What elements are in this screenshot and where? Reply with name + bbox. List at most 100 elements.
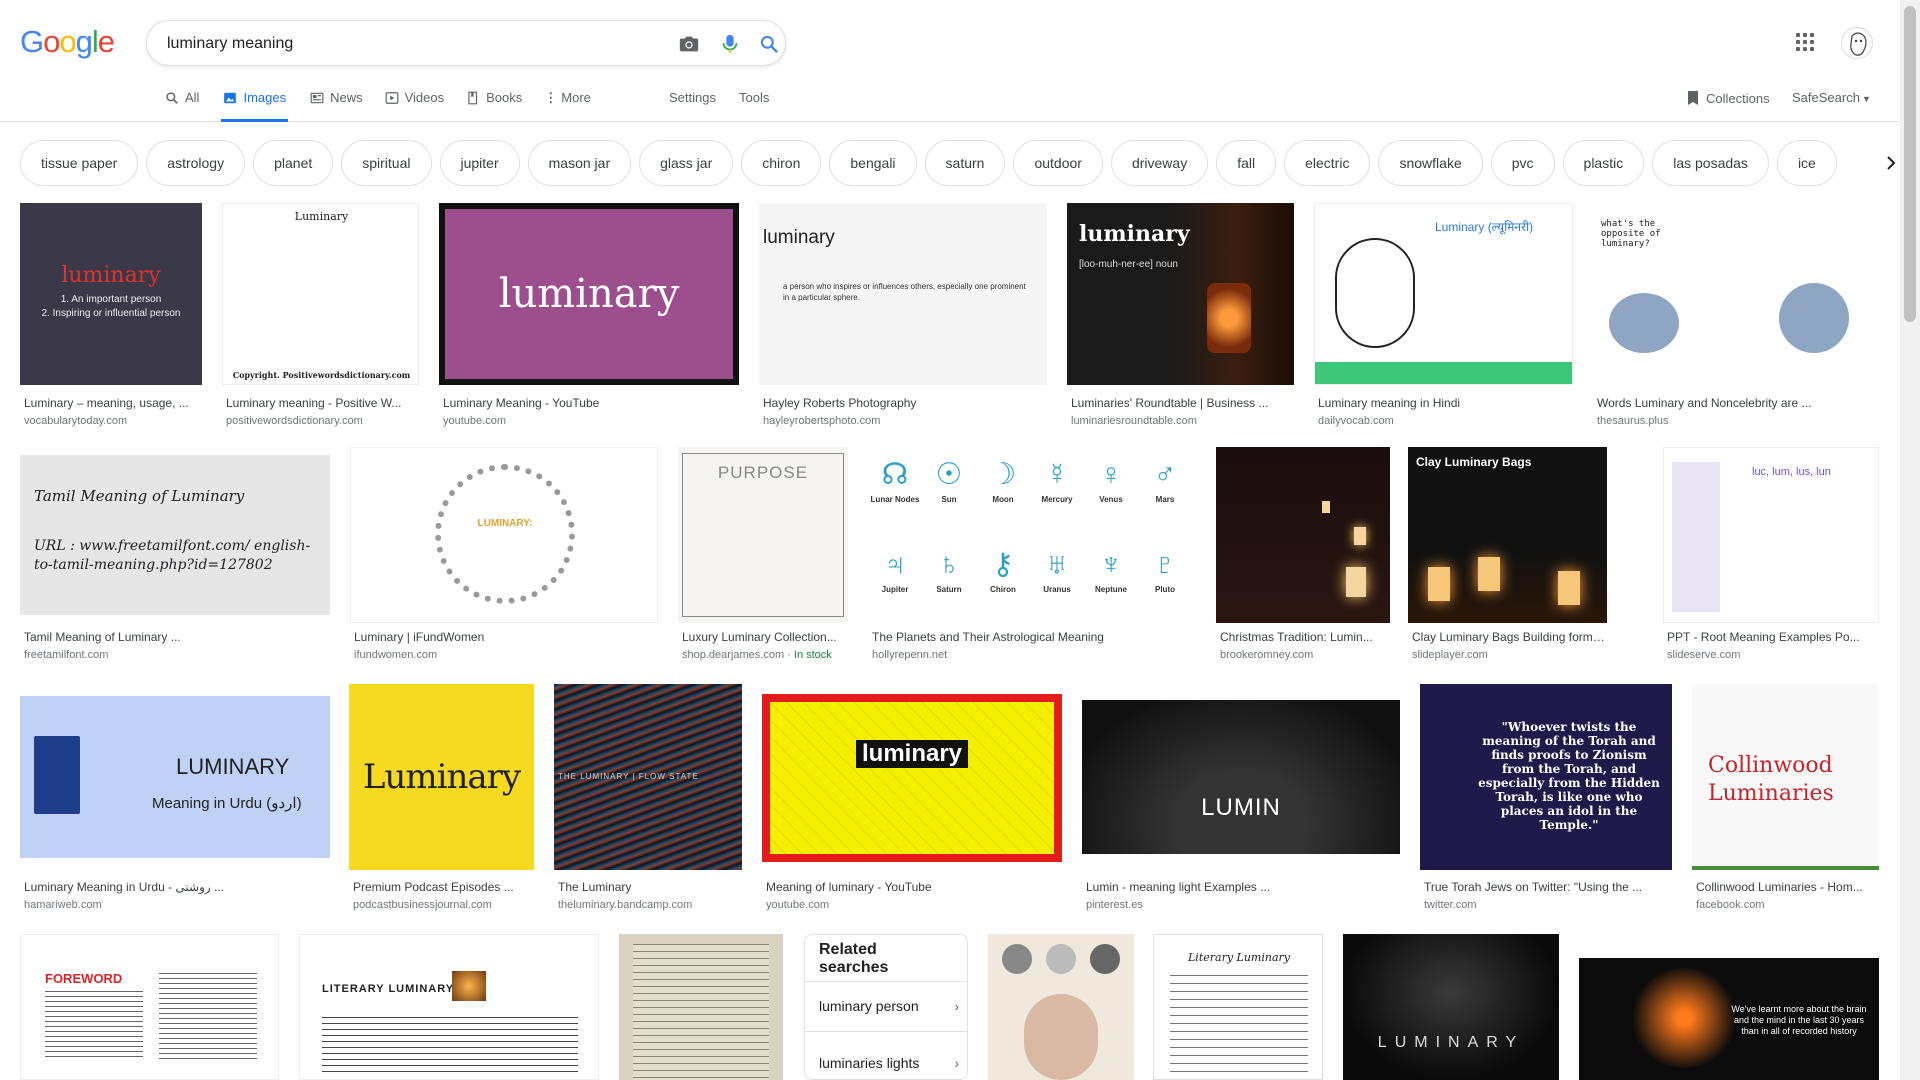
tab-images[interactable]: Images (221, 88, 289, 122)
image-result[interactable]: Clay Luminary Bags Clay Luminary Bags Bu… (1408, 447, 1607, 667)
page-scrollbar[interactable] (1900, 0, 1920, 1080)
image-result[interactable]: LUMINARY (1343, 934, 1559, 1080)
tab-videos[interactable]: Videos (385, 88, 444, 122)
result-title[interactable]: Luminary meaning in Hindi (1318, 396, 1573, 410)
result-source: vocabularytoday.com (24, 415, 128, 427)
result-title[interactable]: Luminary meaning - Positive W... (226, 396, 419, 410)
chip[interactable]: jupiter (439, 140, 520, 186)
planet-symbol: ☉ Sun (935, 458, 963, 504)
collections-link[interactable]: Collections (1686, 90, 1770, 106)
search-icon[interactable] (757, 32, 781, 56)
image-result[interactable] (988, 934, 1134, 1080)
result-title[interactable]: The Planets and Their Astrological Meani… (872, 630, 1196, 644)
avatar[interactable] (1841, 27, 1873, 59)
result-title[interactable]: Tamil Meaning of Luminary ... (24, 630, 330, 644)
image-result[interactable]: "Whoever twists the meaning of the Torah… (1420, 684, 1672, 914)
chip[interactable]: pvc (1490, 140, 1555, 186)
chip[interactable]: spiritual (341, 140, 432, 186)
image-result[interactable]: LITERARY LUMINARY (299, 934, 599, 1080)
related-search-item[interactable]: luminary person › (819, 998, 959, 1014)
result-title[interactable]: Luxury Luminary Collection... (682, 630, 848, 644)
result-title[interactable]: True Torah Jews on Twitter: "Using the .… (1424, 880, 1672, 894)
image-result[interactable]: ☊ Lunar Nodes ☉ Sun ☽ Moon ☿ Mercury ♀ Venus ♂ Mars… (868, 447, 1196, 667)
result-title[interactable]: Luminary – meaning, usage, ... (24, 396, 202, 410)
camera-icon[interactable] (677, 32, 701, 56)
chip[interactable]: chiron (741, 140, 822, 186)
image-result[interactable] (619, 934, 783, 1080)
chip[interactable]: astrology (146, 140, 246, 186)
result-title[interactable]: Luminary | iFundWomen (354, 630, 658, 644)
tools-link[interactable]: Tools (739, 90, 769, 105)
google-logo[interactable]: Google (20, 24, 115, 60)
image-result[interactable]: Collinwood Luminaries Collinwood Luminar… (1692, 684, 1879, 914)
image-result[interactable]: LUMINARY: Luminary | iFundWomen ifundwom… (350, 447, 658, 667)
chip[interactable]: bengali (829, 140, 917, 186)
planet-symbol: ♆ Neptune (1095, 548, 1127, 594)
result-title[interactable]: Meaning of luminary - YouTube (766, 880, 1062, 894)
image-result[interactable]: LUMINARY Meaning in Urdu (اردو) Luminary… (20, 684, 330, 914)
result-title[interactable]: PPT - Root Meaning Examples Po... (1667, 630, 1879, 644)
image-result[interactable]: We've learnt more about the brain and th… (1579, 958, 1879, 1080)
chip[interactable]: driveway (1110, 140, 1209, 186)
chip[interactable]: las posadas (1652, 140, 1769, 186)
chip[interactable]: plastic (1562, 140, 1645, 186)
image-result[interactable]: Literary Luminary (1153, 934, 1323, 1080)
logo-letter: g (75, 24, 93, 59)
chip[interactable]: ice (1776, 140, 1837, 186)
result-title[interactable]: The Luminary (558, 880, 742, 894)
scrollbar-thumb[interactable] (1904, 6, 1916, 322)
tab-all[interactable]: All (165, 88, 199, 122)
image-result[interactable]: PURPOSE Luxury Luminary Collection... sh… (678, 447, 848, 667)
tab-news[interactable]: News (310, 88, 363, 122)
related-search-item[interactable]: luminaries lights › (819, 1055, 959, 1071)
result-title[interactable]: Luminary Meaning - YouTube (443, 396, 739, 410)
chip[interactable]: snowflake (1378, 140, 1483, 186)
chip[interactable]: mason jar (527, 140, 632, 186)
result-thumbnail: LUMINARY Meaning in Urdu (اردو) (20, 696, 330, 858)
result-title[interactable]: Hayley Roberts Photography (763, 396, 1047, 410)
image-result[interactable]: what's the opposite of luminary? Words L… (1593, 203, 1878, 429)
chip[interactable]: fall (1216, 140, 1277, 186)
image-result[interactable]: Tamil Meaning of Luminary URL : www.free… (20, 447, 330, 667)
thumb-text: a person who inspires or influences othe… (783, 282, 1026, 302)
image-result[interactable]: luminary Luminary Meaning - YouTube yout… (439, 203, 739, 429)
tab-books[interactable]: Books (466, 88, 522, 122)
result-title[interactable]: Collinwood Luminaries - Hom... (1696, 880, 1879, 894)
image-result[interactable]: luc, lum, lus, lun PPT - Root Meaning Ex… (1663, 447, 1879, 667)
settings-link[interactable]: Settings (669, 90, 716, 105)
safesearch-dropdown[interactable]: SafeSearch ▼ (1792, 90, 1871, 105)
result-title[interactable]: Words Luminary and Noncelebrity are ... (1597, 396, 1878, 410)
image-result[interactable]: Luminary (ल्यूमिनरी) Luminary meaning in… (1314, 203, 1573, 429)
thumb-text: Clay Luminary Bags (1416, 455, 1532, 469)
result-title[interactable]: Luminaries' Roundtable | Business ... (1071, 396, 1294, 410)
chip[interactable]: tissue paper (20, 140, 139, 186)
chip[interactable]: outdoor (1013, 140, 1103, 186)
image-result[interactable]: Luminary Copyright. Positivewordsdiction… (222, 203, 419, 429)
image-result[interactable]: Luminary Premium Podcast Episodes ... po… (349, 684, 534, 914)
chip[interactable]: glass jar (639, 140, 734, 186)
result-title[interactable]: Lumin - meaning light Examples ... (1086, 880, 1400, 894)
apps-grid-icon[interactable] (1796, 33, 1816, 53)
image-result[interactable]: THE LUMINARY | FLOW STATE The Luminary t… (554, 684, 742, 914)
result-title[interactable]: Clay Luminary Bags Building form with... (1412, 630, 1607, 644)
image-result[interactable]: FOREWORD (20, 934, 279, 1080)
image-result[interactable]: luminary Meaning of luminary - YouTube y… (762, 684, 1062, 914)
result-title[interactable]: Christmas Tradition: Lumin... (1220, 630, 1390, 644)
image-result[interactable]: LUMIN Lumin - meaning light Examples ...… (1082, 684, 1400, 914)
result-title[interactable]: Luminary Meaning in Urdu - روشنی ... (24, 880, 330, 894)
thumb-text: luminary (763, 227, 835, 248)
tab-more[interactable]: ⋮ More (544, 88, 591, 122)
result-source: slideplayer.com (1412, 649, 1488, 661)
chip[interactable]: saturn (924, 140, 1006, 186)
image-result[interactable]: luminary 1. An important person 2. Inspi… (20, 203, 202, 429)
search-input[interactable] (167, 33, 647, 55)
safesearch-label: SafeSearch (1792, 90, 1860, 105)
image-result[interactable]: Christmas Tradition: Lumin... brookeromn… (1216, 447, 1390, 667)
microphone-icon[interactable] (718, 32, 742, 56)
image-result[interactable]: luminary a person who inspires or influe… (759, 203, 1047, 429)
chip[interactable]: electric (1284, 140, 1371, 186)
chip[interactable]: planet (253, 140, 334, 186)
image-result[interactable]: luminary [loo-muh-ner-ee] noun Luminarie… (1067, 203, 1294, 429)
divider (805, 1031, 967, 1032)
result-title[interactable]: Premium Podcast Episodes ... (353, 880, 534, 894)
